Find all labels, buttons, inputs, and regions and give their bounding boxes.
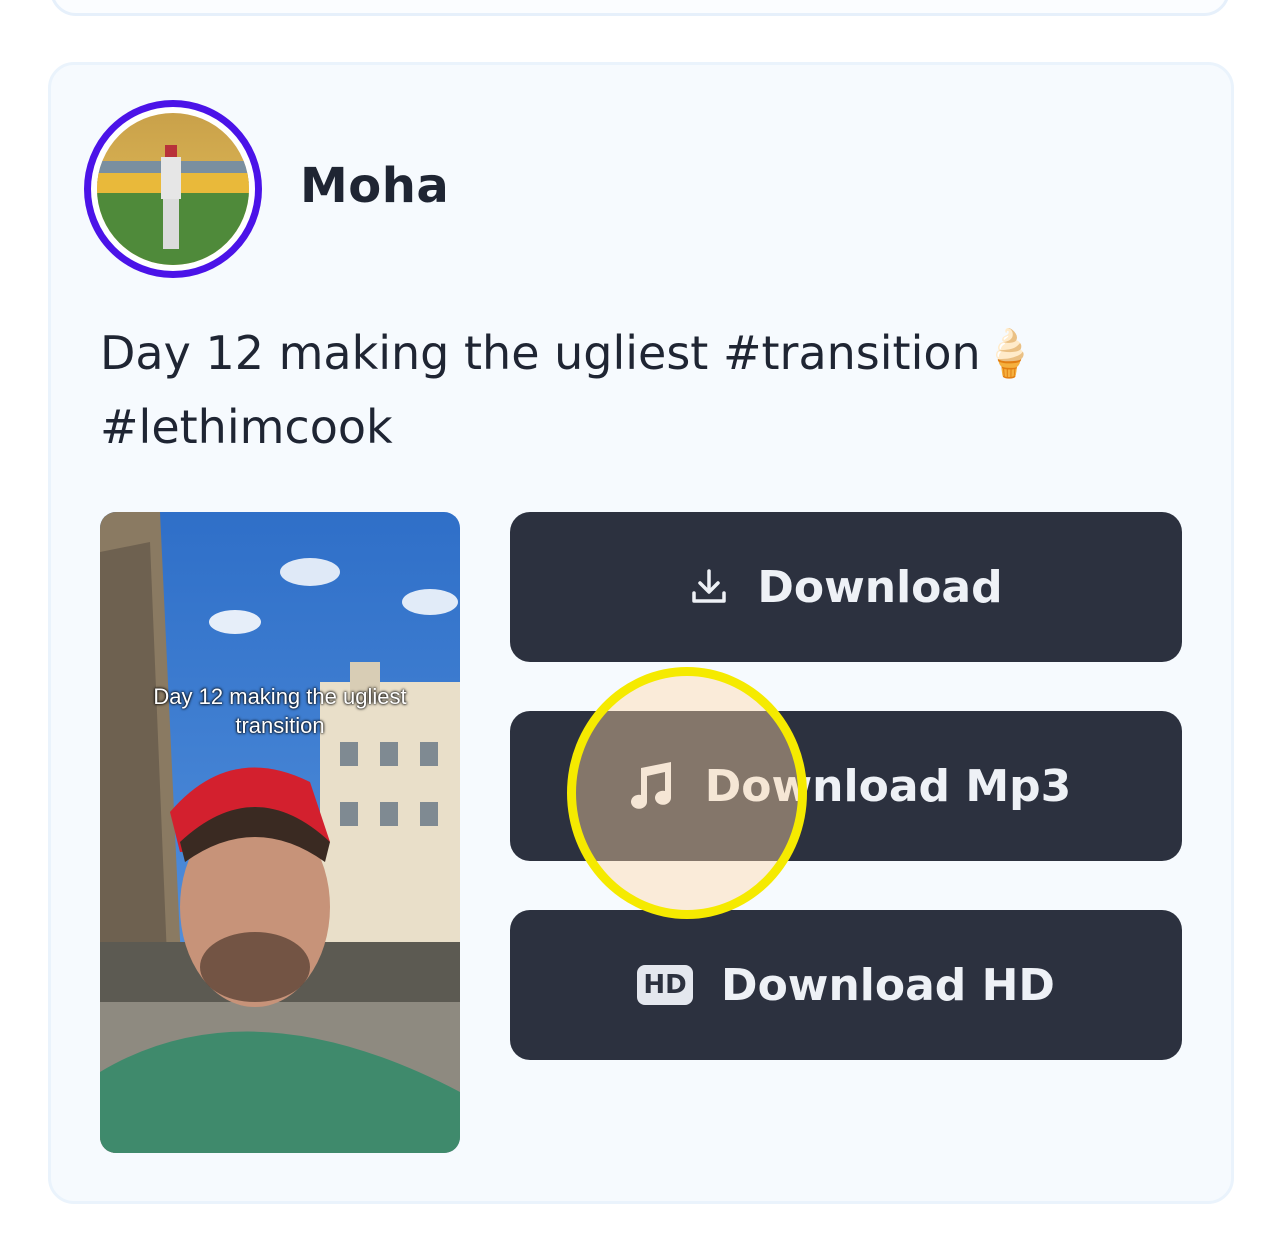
download-hd-button-label: Download HD <box>721 959 1055 1011</box>
previous-card-edge <box>50 0 1230 16</box>
author-avatar[interactable] <box>84 100 262 278</box>
download-button[interactable]: Download <box>510 512 1182 662</box>
music-note-icon <box>621 758 677 814</box>
hd-badge-icon: HD <box>637 965 694 1005</box>
caption-line-1: Day 12 making the ugliest #transition🍦 <box>100 326 1038 380</box>
video-thumbnail[interactable]: Day 12 making the ugliest transition <box>100 512 460 1153</box>
thumbnail-image <box>100 512 460 1153</box>
download-hd-button[interactable]: HD Download HD <box>510 910 1182 1060</box>
download-mp3-button-label: Download Mp3 <box>704 760 1072 812</box>
post-caption: Day 12 making the ugliest #transition🍦 #… <box>100 316 1160 464</box>
author-name[interactable]: Moha <box>300 158 449 214</box>
thumbnail-caption-overlay: Day 12 making the ugliest transition <box>100 682 460 740</box>
download-button-label: Download <box>757 561 1003 613</box>
caption-line-2[interactable]: #lethimcook <box>100 390 1160 464</box>
thumbnail-caption-line-2: transition <box>235 713 325 738</box>
download-mp3-button[interactable]: Download Mp3 <box>510 711 1182 861</box>
download-icon <box>689 567 729 607</box>
thumbnail-caption-line-1: Day 12 making the ugliest <box>153 684 407 709</box>
avatar-photo <box>97 113 249 265</box>
